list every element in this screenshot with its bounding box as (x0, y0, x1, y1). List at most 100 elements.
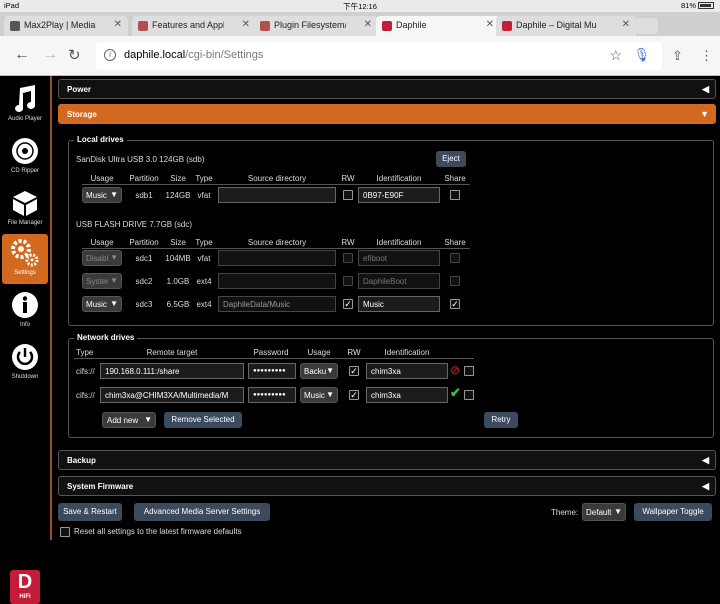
more-menu-icon[interactable]: ⋮ (700, 48, 713, 64)
remote-target-input[interactable]: 190.168.0.111:/share (100, 363, 244, 379)
select-caret-icon: ▼ (110, 253, 118, 262)
browser-tab-2[interactable]: Features and Applic ✕ (132, 16, 256, 36)
col-header-source: Source directory (247, 238, 307, 247)
rw-checkbox[interactable] (343, 190, 353, 200)
remote-target-input[interactable]: chim3xa@CHIM3XA/Multimedia/M (100, 387, 244, 403)
reset-settings-label[interactable]: Reset all settings to the latest firmwar… (74, 527, 242, 536)
rw-checkbox-checked[interactable]: ✓ (349, 366, 359, 376)
browser-tab-5[interactable]: Daphile – Digital Mu ✕ (496, 16, 636, 36)
identification-input[interactable]: DaphileBoot (358, 273, 440, 289)
select-caret-icon: ▼ (110, 276, 118, 285)
password-input[interactable]: ●●●●●●●●● (248, 387, 296, 403)
url-text[interactable]: daphile.local/cgi-bin/Settings (124, 49, 263, 61)
close-tab-icon[interactable]: ✕ (364, 19, 372, 30)
eject-button[interactable]: Eject (436, 151, 466, 167)
source-directory-input[interactable] (218, 273, 336, 289)
size-value: 104MB (165, 254, 191, 263)
share-checkbox[interactable] (450, 190, 460, 200)
sidebar-item-label: File Manager (7, 220, 43, 226)
info-circle-icon[interactable]: i (104, 49, 116, 61)
usage-select[interactable]: Backu ▼ (300, 363, 338, 379)
ios-status-bar: iPad 下午12:16 81% (0, 0, 720, 12)
app-sidebar: Audio Player CD Ripper File Manager Sett… (0, 76, 52, 604)
usage-select[interactable]: Music ▼ (82, 187, 122, 203)
type-value: vfat (197, 191, 211, 200)
size-value: 124GB (165, 191, 191, 200)
identification-input[interactable]: 0B97-E90F (358, 187, 440, 203)
forward-arrow-icon[interactable]: → (42, 46, 58, 64)
sidebar-item-settings[interactable]: Settings (2, 234, 48, 284)
bookmark-star-icon[interactable]: ☆ (609, 47, 622, 64)
close-tab-icon[interactable]: ✕ (114, 19, 122, 30)
rw-checkbox[interactable] (343, 276, 353, 286)
logo-subtitle: HiFi (19, 594, 31, 600)
back-arrow-icon[interactable]: ← (14, 46, 30, 64)
share-checkbox[interactable] (450, 276, 460, 286)
share-checkbox-checked[interactable]: ✓ (450, 299, 460, 309)
select-value: Syster (86, 277, 109, 286)
identification-input[interactable]: Music (358, 296, 440, 312)
close-tab-icon[interactable]: ✕ (622, 19, 630, 30)
table-divider (82, 184, 470, 185)
add-new-select[interactable]: Add new ▼ (102, 412, 156, 428)
tab-title: Daphile – Digital Mu (516, 20, 597, 30)
select-row-checkbox[interactable] (464, 366, 474, 376)
share-icon[interactable]: ⇪ (672, 48, 683, 64)
retry-button[interactable]: Retry (484, 412, 518, 428)
reload-icon[interactable]: ↻ (68, 46, 81, 64)
theme-select[interactable]: Default ▼ (582, 503, 626, 521)
col-header-share: Share (444, 238, 466, 247)
usage-select[interactable]: Music ▼ (300, 387, 338, 403)
save-restart-button[interactable]: Save & Restart (58, 503, 122, 521)
identification-input[interactable]: chim3xa (366, 363, 448, 379)
sidebar-item-file-manager[interactable]: File Manager (2, 184, 48, 234)
wallpaper-toggle-button[interactable]: Wallpaper Toggle (634, 503, 712, 521)
browser-tab-3[interactable]: Plugin Filesystem/ ✕ (254, 16, 378, 36)
usage-select[interactable]: Syster ▼ (82, 273, 122, 289)
microphone-icon[interactable]: 🎙 (633, 47, 650, 63)
close-tab-icon[interactable]: ✕ (242, 19, 250, 30)
col-header-size: Size (170, 238, 186, 247)
rw-checkbox[interactable] (343, 253, 353, 263)
theme-label: Theme: (551, 508, 579, 517)
browser-tab-4[interactable]: Daphile ✕ (376, 16, 500, 36)
section-title: Power (67, 85, 92, 94)
partition-value: sdc3 (135, 300, 153, 309)
source-directory-input[interactable]: DaphileData/Music (218, 296, 336, 312)
section-header-storage[interactable]: Storage ▼ (58, 104, 716, 124)
network-drives-legend: Network drives (74, 333, 138, 342)
section-header-backup[interactable]: Backup ◀ (58, 450, 716, 470)
section-header-system-firmware[interactable]: System Firmware ◀ (58, 476, 716, 496)
reset-settings-checkbox[interactable] (60, 527, 70, 537)
url-bar[interactable]: i daphile.local/cgi-bin/Settings ☆ 🎙 (96, 42, 662, 70)
share-checkbox[interactable] (450, 253, 460, 263)
sidebar-item-audio-player[interactable]: Audio Player (2, 80, 48, 130)
source-directory-input[interactable] (218, 250, 336, 266)
col-header-rw: RW (341, 174, 355, 183)
close-tab-icon[interactable]: ✕ (486, 19, 494, 30)
new-tab-button[interactable] (636, 18, 658, 34)
rw-checkbox-checked[interactable]: ✓ (343, 299, 353, 309)
identification-input[interactable]: efiboot (358, 250, 440, 266)
source-directory-input[interactable] (218, 187, 336, 203)
identification-input[interactable]: chim3xa (366, 387, 448, 403)
section-header-power[interactable]: Power ◀ (58, 79, 716, 99)
rw-checkbox-checked[interactable]: ✓ (349, 390, 359, 400)
sidebar-item-info[interactable]: Info (2, 286, 48, 336)
browser-tab-1[interactable]: Max2Play | Media S ✕ (4, 16, 128, 36)
sidebar-item-cd-ripper[interactable]: CD Ripper (2, 132, 48, 182)
usage-select[interactable]: Disabl ▼ (82, 250, 122, 266)
drive1-name: SanDisk Ultra USB 3.0 124GB (sdb) (76, 155, 205, 164)
usage-select[interactable]: Music ▼ (82, 296, 122, 312)
sidebar-item-shutdown[interactable]: Shutdown (2, 338, 48, 388)
tab-favicon-icon (502, 21, 512, 31)
section-title: Storage (67, 110, 97, 119)
remove-selected-button[interactable]: Remove Selected (164, 412, 242, 428)
col-header-identification: Identification (376, 238, 422, 247)
address-toolbar: ← → ↻ i daphile.local/cgi-bin/Settings ☆… (0, 36, 720, 76)
partition-value: sdc2 (135, 277, 153, 286)
password-input[interactable]: ●●●●●●●●● (248, 363, 296, 379)
advanced-media-server-settings-button[interactable]: Advanced Media Server Settings (134, 503, 270, 521)
select-row-checkbox[interactable] (464, 390, 474, 400)
select-value: Backu (304, 367, 327, 376)
